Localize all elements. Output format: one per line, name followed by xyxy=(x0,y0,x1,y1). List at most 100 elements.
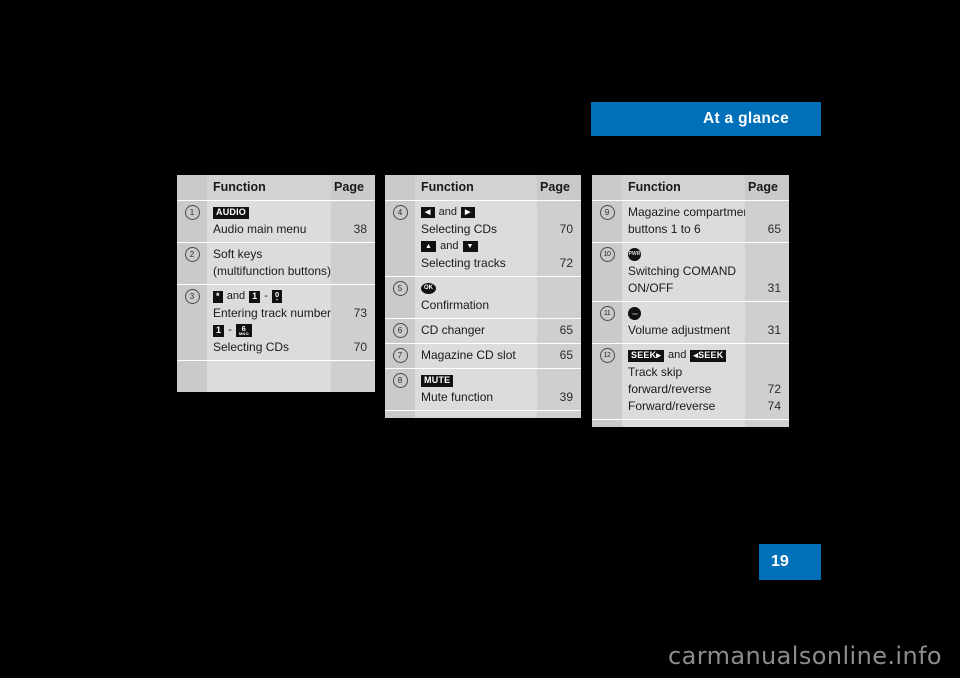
page-cell: 31 xyxy=(745,302,789,343)
table-row: 2 Soft keys (multifunction buttons) xyxy=(177,243,375,285)
page-number: 74 xyxy=(767,399,781,413)
keypad-key-letters: + xyxy=(275,297,279,302)
page-spacer xyxy=(537,238,573,255)
page-number: 65 xyxy=(559,348,573,362)
icon-line: ▲ and ▼ xyxy=(421,238,537,255)
table-body: 9 Magazine compartment buttons 1 to 6 65 10 P… xyxy=(592,201,789,427)
arrow-key-icon: ◀ xyxy=(421,207,435,218)
column-header-page: Page xyxy=(331,175,375,200)
page-cell: 73 70 xyxy=(331,285,375,360)
callout-number: 6 xyxy=(392,323,408,338)
function-text-line: Selecting CDs xyxy=(213,340,290,354)
function-cell: AUDIO Audio main menu xyxy=(207,201,331,242)
page-cell xyxy=(537,277,581,318)
page-spacer xyxy=(331,246,367,263)
column-header-function: Function xyxy=(207,175,331,200)
column-header-page: Page xyxy=(537,175,581,200)
table-header-index-cell xyxy=(177,175,207,200)
page-spacer xyxy=(745,305,781,322)
row-index-cell: 5 xyxy=(385,277,415,318)
callout-number: 1 xyxy=(184,205,200,220)
keypad-key-letters: MNO xyxy=(238,331,249,336)
callout-number: 5 xyxy=(392,281,408,296)
control-key-icon: ◂SEEK xyxy=(690,349,727,362)
section-header-banner: At a glance xyxy=(591,102,821,136)
page-spacer xyxy=(745,347,781,364)
table-row: 1 AUDIO Audio main menu 38 xyxy=(177,201,375,243)
table-row: 10 PWR Switching COMAND ON/OFF 31 xyxy=(592,243,789,302)
page-spacer xyxy=(537,204,573,221)
ok-button-icon: OK xyxy=(421,283,436,294)
control-key-icon: 1 xyxy=(213,324,225,337)
page-cell: 70 72 xyxy=(537,201,581,276)
page-number: 38 xyxy=(353,222,367,236)
function-cell: Volume adjustment xyxy=(622,302,745,343)
page-cell: 39 xyxy=(537,369,581,410)
function-text-line: Track skip xyxy=(628,365,683,379)
arrow-key-icon: ▼ xyxy=(462,241,478,252)
filler-page-cell xyxy=(745,420,789,427)
table-header-row: Function Page xyxy=(177,175,375,201)
function-cell: MUTE Mute function xyxy=(415,369,537,410)
page-number: 73 xyxy=(353,306,367,320)
row-index-cell: 9 xyxy=(592,201,622,242)
control-key-icon: AUDIO xyxy=(213,206,249,219)
table-row: 3 * and 1-0 + Entering track numbers 1-6 MNO Sel… xyxy=(177,285,375,361)
callout-number: 3 xyxy=(184,289,200,304)
conjunction-text: and xyxy=(668,349,687,361)
page-number-badge: 19 xyxy=(759,544,821,580)
filler-index-cell xyxy=(385,411,415,418)
icon-line xyxy=(628,305,745,322)
icon-line: MUTE xyxy=(421,372,537,389)
function-text-line: Confirmation xyxy=(421,298,490,312)
conjunction-text: and xyxy=(226,290,246,302)
icon-line: SEEK▸ and ◂SEEK xyxy=(628,347,745,364)
keypad-key-icon: 6 MNO xyxy=(235,324,252,337)
filler-page-cell xyxy=(331,361,375,392)
control-key-icon: 1 xyxy=(249,290,261,303)
page-cell: 65 xyxy=(537,319,581,343)
table-body: 4 ◀ and ▶ Selecting CDs ▲ and ▼ Selecting tracks… xyxy=(385,201,581,418)
function-text-line: Selecting tracks xyxy=(421,256,506,270)
filler-function-cell xyxy=(415,411,537,418)
function-text-line: CD changer xyxy=(421,323,486,337)
function-text-line: Magazine compartment xyxy=(628,205,754,219)
page-number: 70 xyxy=(559,222,573,236)
row-index-cell: 10 xyxy=(592,243,622,301)
conjunction-text: and xyxy=(438,206,457,218)
function-cell: Magazine compartment buttons 1 to 6 xyxy=(622,201,754,242)
page-number: 31 xyxy=(767,281,781,295)
power-knob-icon: PWR xyxy=(628,248,641,261)
conjunction-text: - xyxy=(264,290,268,302)
table-filler-row xyxy=(592,420,789,427)
function-text-line: forward/reverse xyxy=(628,382,712,396)
page-number: 31 xyxy=(767,323,781,337)
callout-number: 11 xyxy=(599,306,615,321)
page-number: 70 xyxy=(353,340,367,354)
table-filler-row xyxy=(177,361,375,392)
function-text-line: Magazine CD slot xyxy=(421,348,516,362)
function-cell: PWR Switching COMAND ON/OFF xyxy=(622,243,745,301)
arrow-key-icon: ▲ xyxy=(421,241,437,252)
watermark-text: carmanualsonline.info xyxy=(668,642,942,670)
icon-line: 1-6 MNO xyxy=(213,322,331,339)
page-title: At a glance xyxy=(703,110,789,127)
filler-function-cell xyxy=(207,361,331,392)
row-index-cell: 6 xyxy=(385,319,415,343)
column-header-page: Page xyxy=(745,175,789,200)
legend-table-1: Function Page 1 AUDIO Audio main menu 38 2 Soft… xyxy=(177,175,375,392)
table-body: 1 AUDIO Audio main menu 38 2 Soft keys (multif… xyxy=(177,201,375,392)
table-row: 8 MUTE Mute function 39 xyxy=(385,369,581,411)
table-row: 6 CD changer 65 xyxy=(385,319,581,344)
legend-table-3: Function Page 9 Magazine compartment buttons… xyxy=(592,175,789,427)
page-cell xyxy=(331,243,375,284)
page-spacer xyxy=(537,280,573,297)
filler-index-cell xyxy=(592,420,622,427)
table-row: 11 Volume adjustment 31 xyxy=(592,302,789,344)
function-text-line: Mute function xyxy=(421,390,494,404)
function-cell: SEEK▸ and ◂SEEK Track skip forward/reverse Fo… xyxy=(622,344,745,419)
table-row: 5 OK Confirmation xyxy=(385,277,581,319)
volume-knob-icon xyxy=(628,307,641,320)
row-index-cell: 12 xyxy=(592,344,622,419)
page-spacer xyxy=(331,288,367,305)
